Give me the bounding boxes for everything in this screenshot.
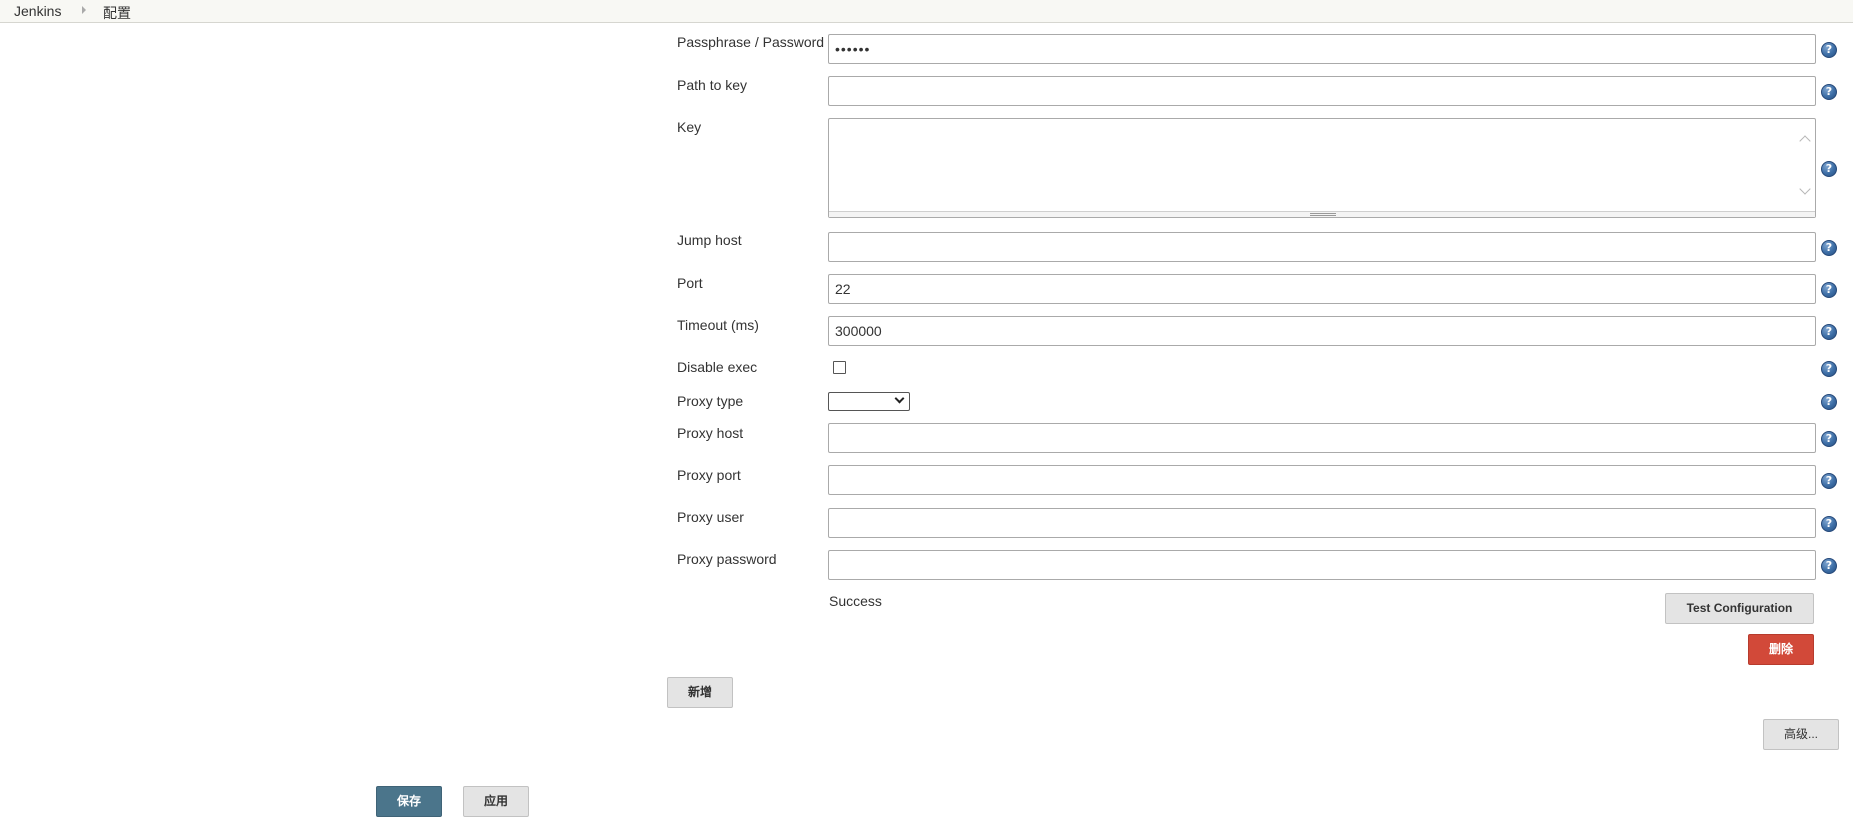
proxy-host-help-icon[interactable]: ? xyxy=(1821,431,1837,447)
grip-icon xyxy=(1310,213,1336,216)
proxy-password-help-icon[interactable]: ? xyxy=(1821,558,1837,574)
add-button[interactable]: 新增 xyxy=(667,677,733,708)
scroll-down-icon[interactable] xyxy=(1799,183,1811,195)
key-label: Key xyxy=(677,119,702,135)
proxy-type-help-icon[interactable]: ? xyxy=(1821,394,1837,410)
proxy-user-label: Proxy user xyxy=(677,509,744,525)
disable-exec-label: Disable exec xyxy=(677,359,758,375)
chevron-down-icon xyxy=(894,393,905,404)
proxy-user-help-icon[interactable]: ? xyxy=(1821,516,1837,532)
proxy-type-label: Proxy type xyxy=(677,393,744,409)
breadcrumb-item-config[interactable]: 配置 xyxy=(103,3,131,23)
port-help-icon[interactable]: ? xyxy=(1821,282,1837,298)
jump-host-field[interactable] xyxy=(828,232,1816,262)
breadcrumb-arrow-icon xyxy=(82,6,86,14)
jump-host-help-icon[interactable]: ? xyxy=(1821,240,1837,256)
proxy-host-label: Proxy host xyxy=(677,425,744,441)
proxy-password-field[interactable] xyxy=(828,550,1816,580)
key-textarea-resize-handle[interactable] xyxy=(829,211,1815,217)
passphrase-field[interactable] xyxy=(828,34,1816,64)
proxy-port-label: Proxy port xyxy=(677,467,741,483)
timeout-field[interactable] xyxy=(828,316,1816,346)
key-textarea-scrollbar[interactable] xyxy=(1795,119,1815,213)
port-field[interactable] xyxy=(828,274,1816,304)
proxy-port-field[interactable] xyxy=(828,465,1816,495)
proxy-port-help-icon[interactable]: ? xyxy=(1821,473,1837,489)
proxy-password-label: Proxy password xyxy=(677,551,777,567)
disable-exec-help-icon[interactable]: ? xyxy=(1821,361,1837,377)
passphrase-help-icon[interactable]: ? xyxy=(1821,42,1837,58)
breadcrumb: Jenkins 配置 xyxy=(0,0,1853,23)
save-button[interactable]: 保存 xyxy=(376,786,442,817)
path-to-key-help-icon[interactable]: ? xyxy=(1821,84,1837,100)
proxy-type-select[interactable] xyxy=(828,392,910,411)
timeout-help-icon[interactable]: ? xyxy=(1821,324,1837,340)
delete-button[interactable]: 删除 xyxy=(1748,634,1814,665)
proxy-host-field[interactable] xyxy=(828,423,1816,453)
jump-host-label: Jump host xyxy=(677,232,742,248)
timeout-label: Timeout (ms) xyxy=(677,317,759,333)
path-to-key-label: Path to key xyxy=(677,77,748,93)
breadcrumb-item-jenkins[interactable]: Jenkins xyxy=(14,3,61,19)
key-textarea-container xyxy=(828,118,1816,218)
key-help-icon[interactable]: ? xyxy=(1821,161,1837,177)
path-to-key-field[interactable] xyxy=(828,76,1816,106)
port-label: Port xyxy=(677,275,703,291)
proxy-user-field[interactable] xyxy=(828,508,1816,538)
scroll-up-icon[interactable] xyxy=(1799,135,1811,147)
apply-button[interactable]: 应用 xyxy=(463,786,529,817)
key-textarea[interactable] xyxy=(829,119,1795,211)
disable-exec-checkbox[interactable] xyxy=(833,361,846,374)
passphrase-label: Passphrase / Password xyxy=(677,34,825,50)
advanced-button[interactable]: 高级... xyxy=(1763,719,1839,750)
test-configuration-button[interactable]: Test Configuration xyxy=(1665,593,1814,624)
test-status-text: Success xyxy=(829,593,882,609)
